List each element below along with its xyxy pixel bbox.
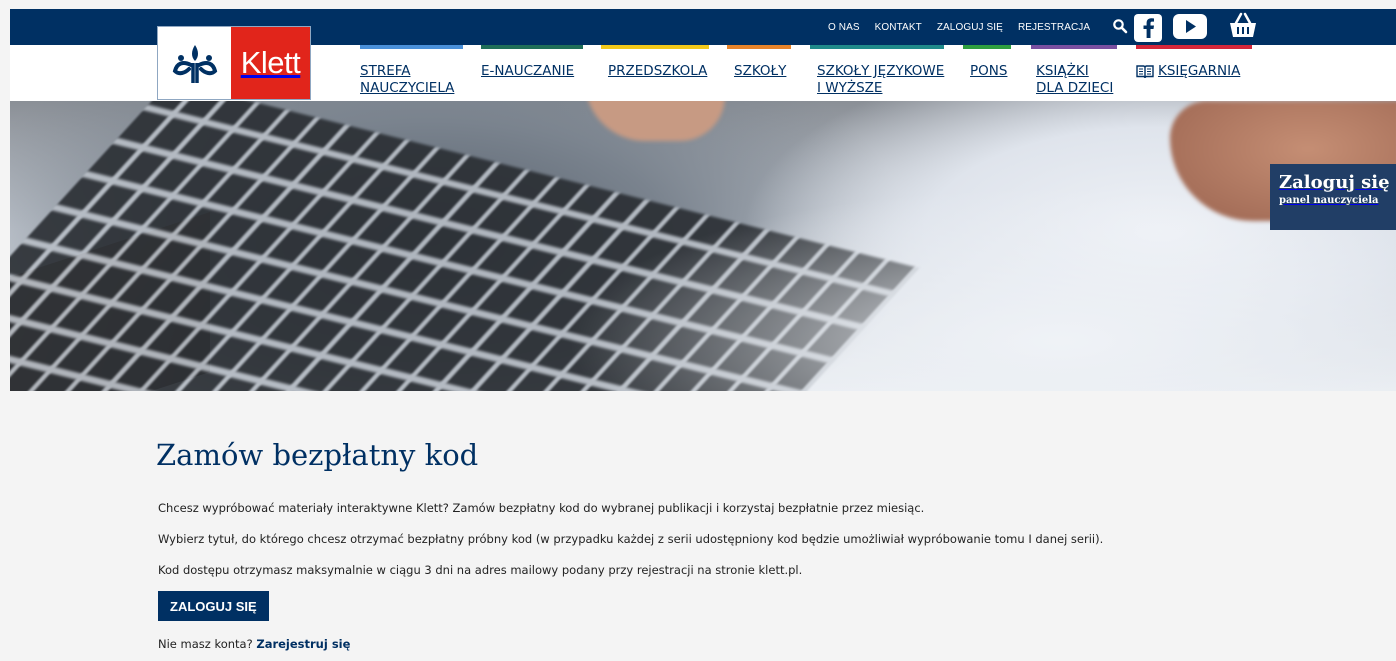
top-nav-about[interactable]: O NAS [828,22,860,33]
login-tab-title: Zaloguj się [1279,172,1390,193]
nav-color-bar [727,45,791,49]
klett-logo[interactable]: Klett [157,26,311,100]
nav-szkoly[interactable]: SZKOŁY [727,45,791,80]
nav-color-bar [810,45,944,49]
top-nav: O NAS KONTAKT ZALOGUJ SIĘ REJESTRACJA [828,9,1105,45]
nav-label: DLA DZIECI [1036,80,1114,96]
instructions-paragraph: Wybierz tytuł, do którego chcesz otrzyma… [158,532,1104,546]
nav-label: PRZEDSZKOLA [608,63,708,79]
hero-laptop-image [10,101,1396,391]
nav-pons[interactable]: PONS [963,45,1011,80]
page-title: Zamów bezpłatny kod [156,438,479,472]
nav-label: KSIĄŻKI [1036,63,1089,79]
nav-e-nauczanie[interactable]: E-NAUCZANIE [481,45,583,80]
basket-icon[interactable] [1226,10,1260,40]
nav-color-bar [963,45,1011,49]
intro-paragraph: Chcesz wypróbować materiały interaktywne… [158,501,925,515]
nav-ksiegarnia[interactable]: KSIĘGARNIA [1136,45,1252,80]
top-nav-register[interactable]: REJESTRACJA [1018,22,1090,33]
nav-label: NAUCZYCIELA [360,80,455,96]
nav-color-bar [1031,45,1117,49]
top-nav-login[interactable]: ZALOGUJ SIĘ [937,22,1003,33]
register-prompt: Nie masz konta? Zarejestruj się [158,637,350,651]
top-nav-contact[interactable]: KONTAKT [875,22,922,33]
logo-text: Klett [240,45,301,80]
nav-label: E-NAUCZANIE [481,63,575,79]
nav-color-bar [481,45,583,49]
nav-color-bar [601,45,709,49]
nav-label: I WYŻSZE [817,80,883,96]
nav-color-bar [360,45,463,49]
nav-color-bar [1136,45,1252,49]
facebook-icon[interactable] [1134,14,1162,42]
klett-emblem-icon [158,27,231,99]
nav-label: SZKOŁY [734,63,787,79]
nav-label: SZKOŁY JĘZYKOWE [817,63,945,79]
register-link[interactable]: Zarejestruj się [256,637,350,651]
nav-label: STREFA [360,63,411,79]
login-button[interactable]: ZALOGUJ SIĘ [158,591,269,621]
search-icon[interactable] [1112,18,1128,34]
youtube-icon[interactable] [1173,14,1207,39]
login-tab-subtitle: panel nauczyciela [1279,195,1379,206]
nav-ksiazki-dla-dzieci[interactable]: KSIĄŻKI DLA DZIECI [1031,45,1117,97]
nav-label: KSIĘGARNIA [1158,63,1241,79]
nav-szkoly-jezykowe[interactable]: SZKOŁY JĘZYKOWE I WYŻSZE [810,45,944,97]
teacher-login-tab[interactable]: Zaloguj się panel nauczyciela [1270,164,1396,230]
nav-przedszkola[interactable]: PRZEDSZKOLA [601,45,709,80]
no-account-text: Nie masz konta? [158,637,253,651]
delivery-paragraph: Kod dostępu otrzymasz maksymalnie w ciąg… [158,563,803,577]
book-icon [1136,64,1154,79]
nav-strefa-nauczyciela[interactable]: STREFA NAUCZYCIELA [360,45,463,97]
nav-label: PONS [970,63,1008,79]
